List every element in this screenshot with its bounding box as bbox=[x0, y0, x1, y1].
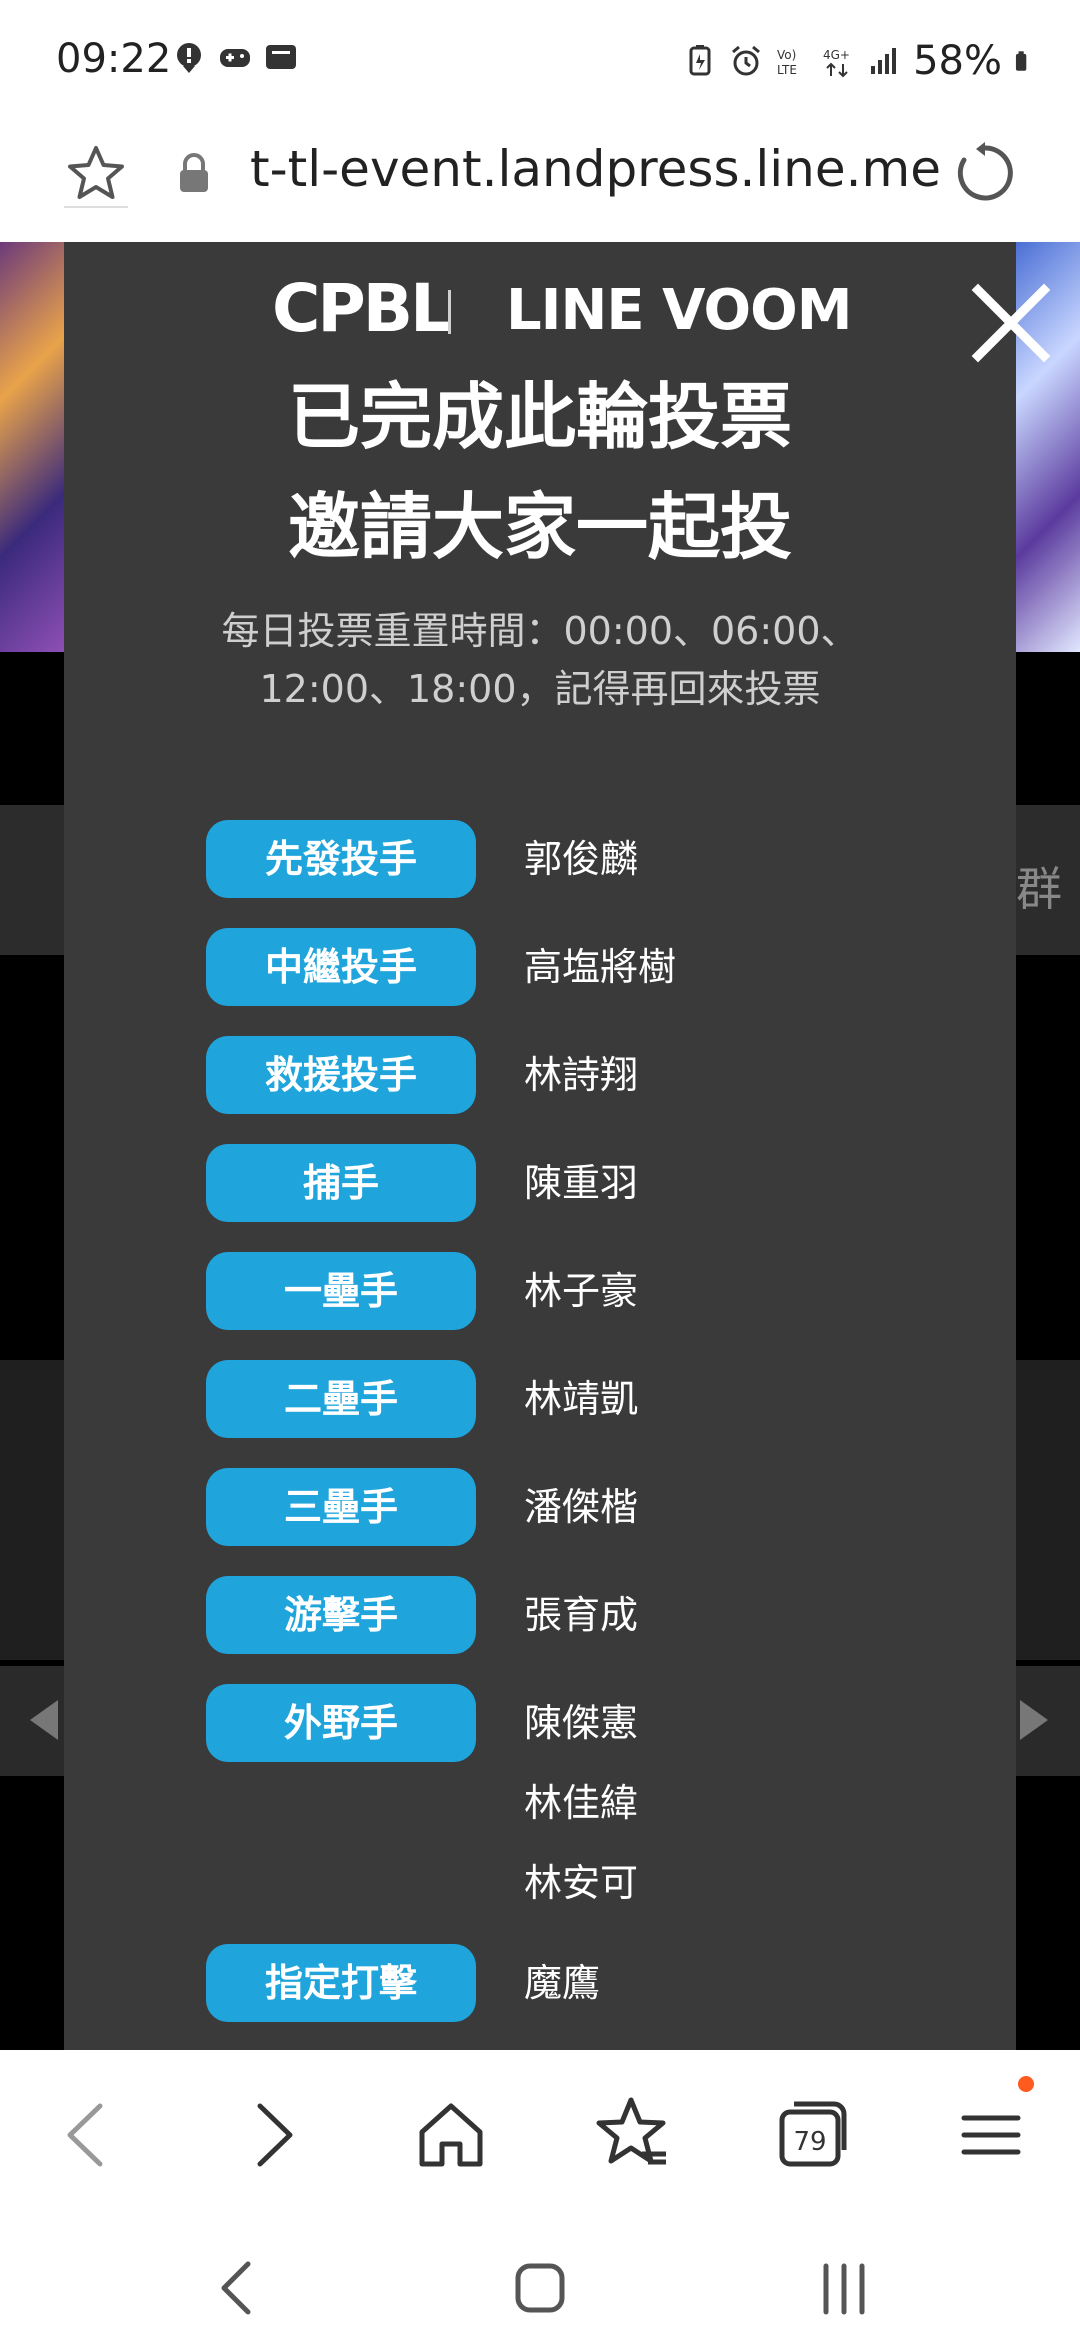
menu-icon[interactable] bbox=[946, 2090, 1036, 2180]
volte-icon: Vo)LTE bbox=[777, 48, 797, 77]
cpbl-logo: CPBL bbox=[272, 270, 452, 347]
battery-saver-icon bbox=[689, 45, 711, 76]
browser-bottom-bar: 79 bbox=[0, 2050, 1080, 2250]
player-name: 林佳緯 bbox=[524, 1781, 639, 1825]
player-name: 郭俊麟 bbox=[524, 837, 639, 881]
player-name: 潘傑楷 bbox=[524, 1485, 639, 1529]
menu-notification-dot bbox=[1018, 2076, 1034, 2092]
background-band-right: 群 bbox=[1016, 805, 1080, 955]
close-icon[interactable] bbox=[966, 278, 1056, 368]
position-button-first-base[interactable]: 一壘手 bbox=[206, 1252, 476, 1330]
player-name: 林安可 bbox=[524, 1861, 639, 1905]
url-text[interactable]: t-tl-event.landpress.line.me bbox=[250, 140, 941, 198]
svg-text:4G+: 4G+ bbox=[823, 48, 850, 62]
lock-icon bbox=[180, 153, 208, 192]
battery-icon bbox=[1015, 51, 1027, 71]
position-button-catcher[interactable]: 捕手 bbox=[206, 1144, 476, 1222]
signal-icon bbox=[871, 48, 897, 74]
carousel-next-arrow-icon[interactable] bbox=[1020, 1700, 1048, 1740]
player-name: 張育成 bbox=[524, 1593, 639, 1637]
player-name: 高塩將樹 bbox=[524, 945, 677, 989]
bookmark-star-icon[interactable] bbox=[64, 142, 128, 208]
tablet-icon bbox=[266, 45, 296, 69]
line-voom-logo: LINE VOOM bbox=[506, 278, 852, 343]
system-navigation-bar bbox=[0, 2250, 1080, 2340]
logo-row: CPBL LINE VOOM bbox=[64, 262, 1016, 362]
player-name: 林詩翔 bbox=[524, 1053, 639, 1097]
background-panel-right bbox=[1016, 1360, 1080, 1660]
position-button-relief-pitcher[interactable]: 中繼投手 bbox=[206, 928, 476, 1006]
status-time: 09:22 bbox=[56, 36, 172, 82]
background-band-left bbox=[0, 805, 64, 955]
player-name: 林子豪 bbox=[524, 1269, 639, 1313]
modal-title: 已完成此輪投票 邀請大家一起投 bbox=[64, 362, 1016, 582]
vote-complete-modal: CPBL LINE VOOM 已完成此輪投票 邀請大家一起投 每日投票重置時間：… bbox=[64, 242, 1016, 2050]
position-button-starting-pitcher[interactable]: 先發投手 bbox=[206, 820, 476, 898]
position-button-closer[interactable]: 救援投手 bbox=[206, 1036, 476, 1114]
player-name: 陳重羽 bbox=[524, 1161, 639, 1205]
status-bar: 09:22 Vo) LTE 4G+ 58% bbox=[0, 0, 1080, 124]
status-left-icons bbox=[172, 40, 298, 74]
modal-title-line2: 邀請大家一起投 bbox=[287, 485, 792, 569]
svg-text:LTE: LTE bbox=[777, 63, 797, 77]
tab-count: 79 bbox=[793, 2127, 826, 2157]
system-home-icon[interactable] bbox=[500, 2250, 580, 2330]
home-icon[interactable] bbox=[406, 2090, 496, 2180]
player-name: 陳傑憲 bbox=[524, 1701, 639, 1745]
location-alert-icon bbox=[177, 43, 201, 73]
back-icon[interactable] bbox=[44, 2090, 134, 2180]
carousel-prev-arrow-icon[interactable] bbox=[30, 1700, 58, 1740]
game-controller-icon bbox=[220, 49, 250, 67]
4g-plus-icon: 4G+ bbox=[823, 48, 850, 78]
alarm-icon bbox=[732, 45, 761, 76]
position-button-outfielder[interactable]: 外野手 bbox=[206, 1684, 476, 1762]
forward-icon[interactable] bbox=[226, 2090, 316, 2180]
svg-text:Vo): Vo) bbox=[777, 48, 796, 62]
system-back-icon[interactable] bbox=[200, 2250, 280, 2330]
reload-icon[interactable] bbox=[952, 140, 1018, 206]
status-right-icons: Vo) LTE 4G+ 58% bbox=[683, 38, 1036, 84]
modal-title-line1: 已完成此輪投票 bbox=[287, 375, 792, 459]
bookmarks-icon[interactable] bbox=[586, 2090, 676, 2180]
position-button-third-base[interactable]: 三壘手 bbox=[206, 1468, 476, 1546]
logo-divider bbox=[448, 290, 451, 334]
system-recents-icon[interactable] bbox=[804, 2250, 884, 2330]
position-button-second-base[interactable]: 二壘手 bbox=[206, 1360, 476, 1438]
player-name: 魔鷹 bbox=[524, 1961, 601, 2005]
position-button-designated-hitter[interactable]: 指定打擊 bbox=[206, 1944, 476, 2022]
background-band-text: 群 bbox=[1016, 862, 1062, 916]
background-panel-left bbox=[0, 1360, 64, 1660]
background-banner-left bbox=[0, 242, 64, 652]
tabs-icon[interactable]: 79 bbox=[768, 2090, 858, 2180]
modal-subtitle: 每日投票重置時間：00:00、06:00、12:00、18:00，記得再回來投票 bbox=[221, 609, 859, 711]
player-name: 林靖凱 bbox=[524, 1377, 639, 1421]
position-button-shortstop[interactable]: 游擊手 bbox=[206, 1576, 476, 1654]
battery-percent: 58% bbox=[913, 38, 1002, 84]
